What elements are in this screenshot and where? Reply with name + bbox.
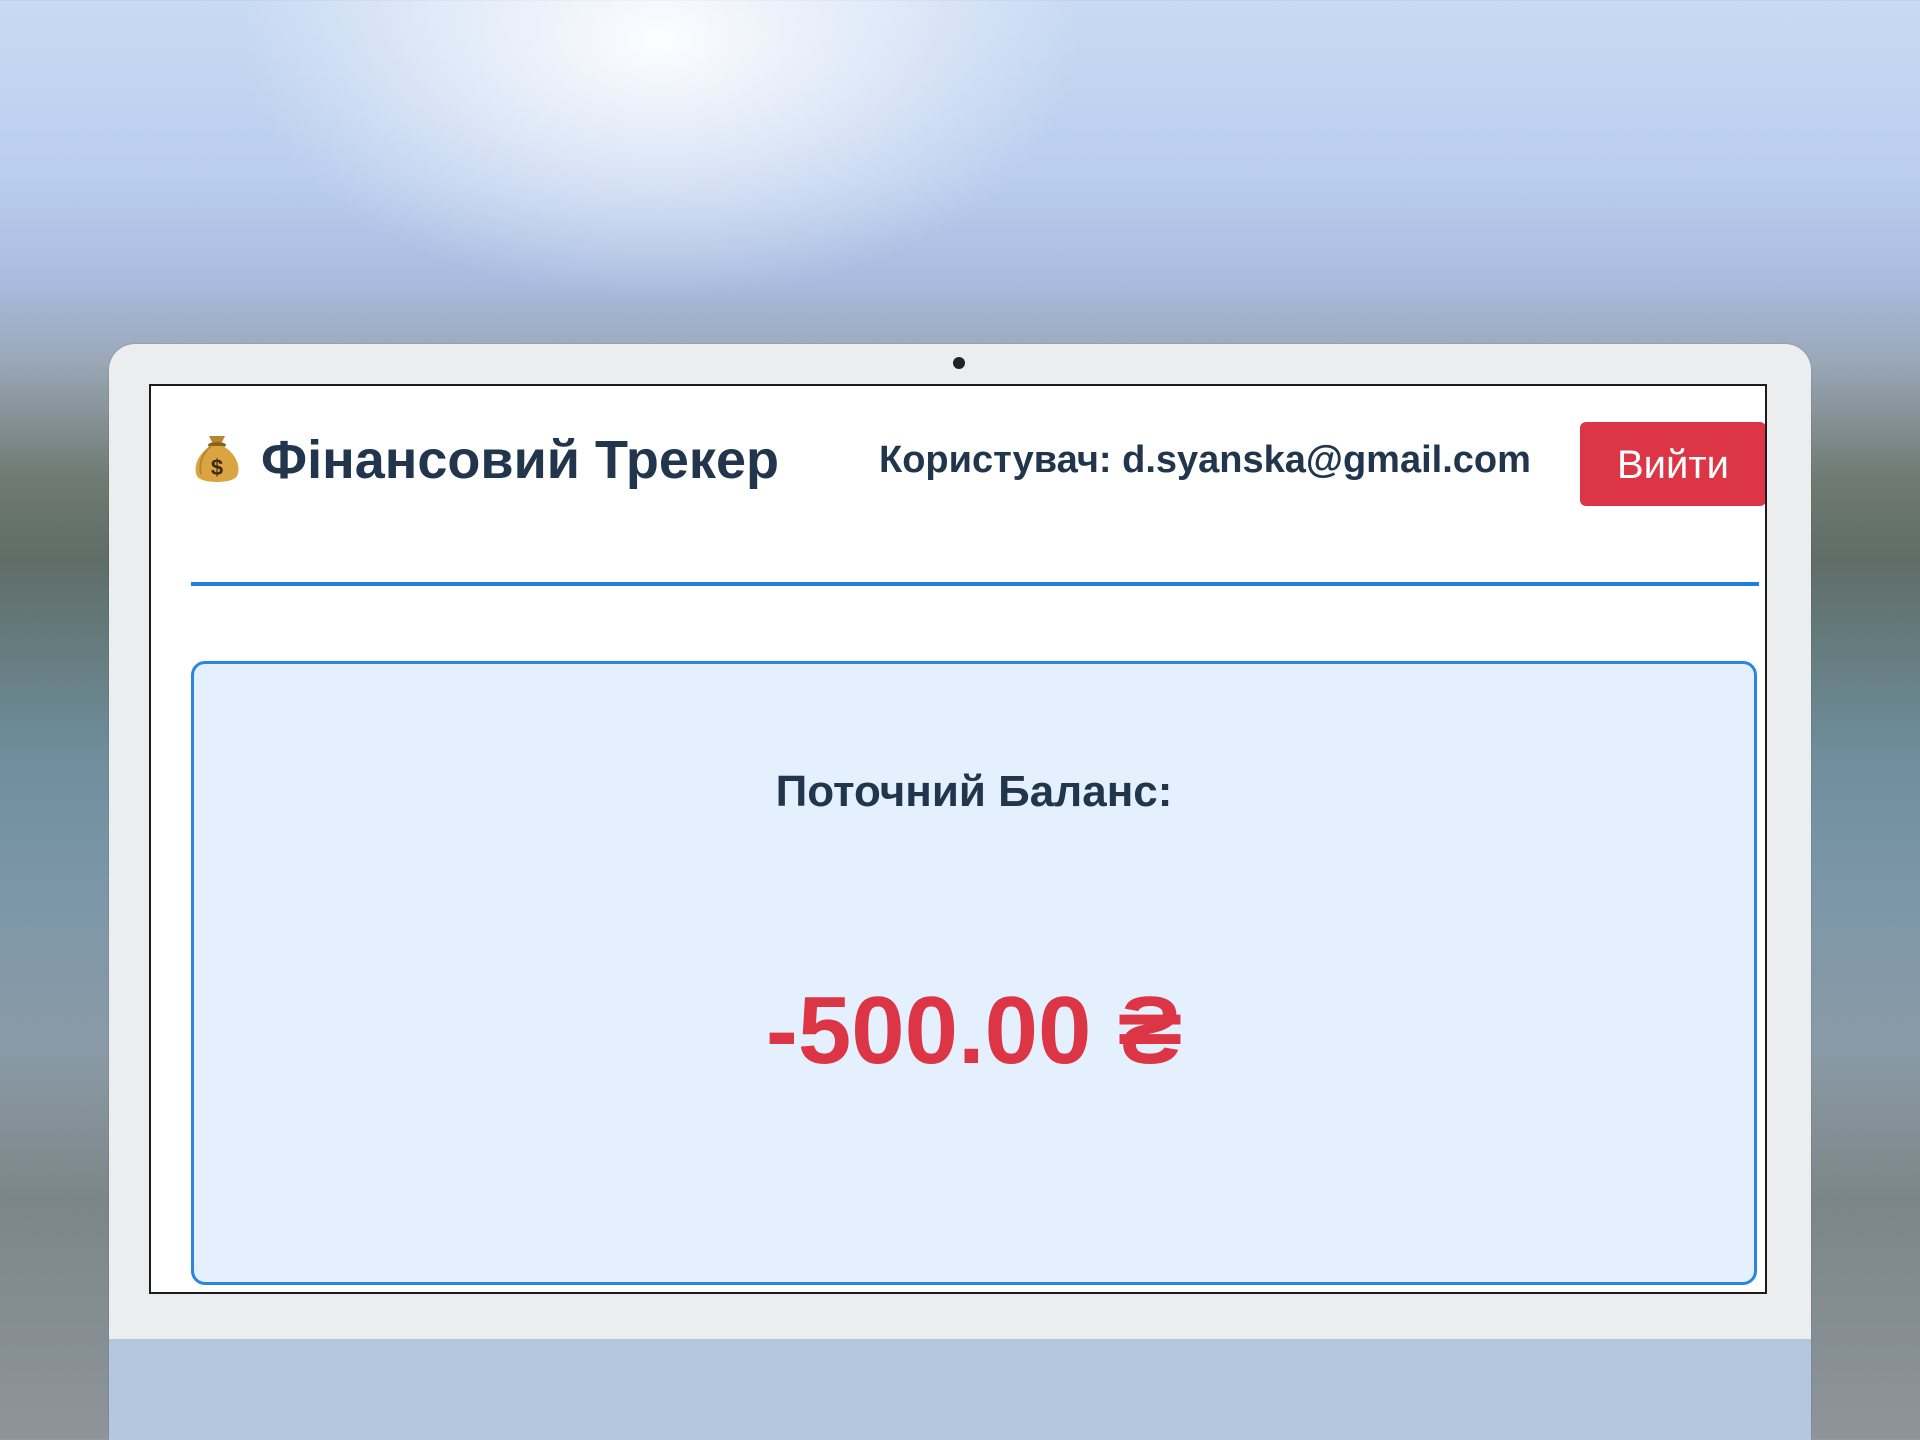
balance-card: Поточний Баланс: -500.00 ₴: [191, 661, 1757, 1285]
app-title: Фінансовий Трекер: [261, 430, 779, 490]
laptop-frame: $ Фінансовий Трекер Користувач: d.syansk…: [109, 344, 1811, 1440]
balance-label: Поточний Баланс:: [775, 767, 1173, 816]
app-window: $ Фінансовий Трекер Користувач: d.syansk…: [149, 384, 1767, 1294]
logout-button[interactable]: Вийти: [1580, 422, 1765, 506]
money-bag-icon: $: [191, 430, 243, 486]
svg-text:$: $: [211, 455, 223, 480]
balance-value: -500.00 ₴: [765, 977, 1183, 1084]
current-user-label: Користувач: d.syanska@gmail.com: [879, 439, 1531, 481]
camera-dot: [953, 357, 965, 369]
header-divider: [191, 582, 1759, 586]
app-header: $ Фінансовий Трекер Користувач: d.syansk…: [191, 416, 1765, 506]
laptop-keyboard-area: [109, 1339, 1811, 1440]
